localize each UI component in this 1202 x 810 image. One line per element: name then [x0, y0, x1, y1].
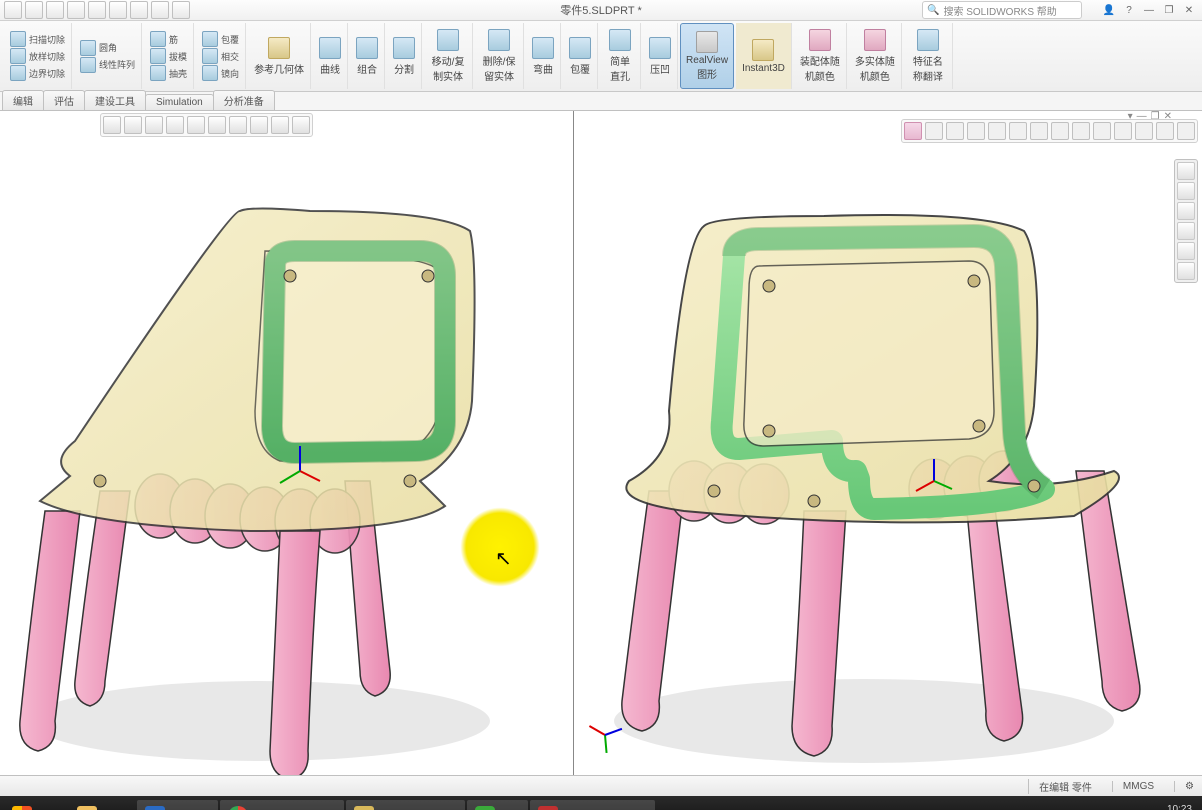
- ribbon-wrap2[interactable]: 包覆: [563, 23, 598, 89]
- task-pane: [1174, 159, 1198, 283]
- ribbon-indent[interactable]: 压凹: [643, 23, 678, 89]
- ribbon-bodycolor[interactable]: 多实体随机颜色: [849, 23, 902, 89]
- tab-tools[interactable]: 建设工具: [84, 90, 146, 110]
- ribbon-group-cut: 扫描切除 放样切除 边界切除: [4, 23, 72, 89]
- taskview-icon[interactable]: ◧: [42, 800, 67, 810]
- quick-access-toolbar: [4, 1, 190, 19]
- user-icon[interactable]: 👤: [1100, 3, 1118, 17]
- tab-evaluate[interactable]: 评估: [43, 90, 85, 110]
- ribbon-translate[interactable]: 特征名称翻译: [904, 23, 953, 89]
- view-palette-icon[interactable]: [1177, 222, 1195, 240]
- save-icon[interactable]: [46, 1, 64, 19]
- window-controls: 👤 ? — ❐ ✕: [1100, 3, 1198, 17]
- ribbon-delete[interactable]: 删除/保留实体: [475, 23, 524, 89]
- appearances-icon[interactable]: [1177, 242, 1195, 260]
- minimize-button[interactable]: —: [1140, 3, 1158, 17]
- ribbon-refgeom[interactable]: 参考几何体: [248, 23, 311, 89]
- camera-icon[interactable]: [1177, 122, 1195, 140]
- open-icon[interactable]: [25, 1, 43, 19]
- ribbon-instant3d[interactable]: Instant3D: [736, 23, 792, 89]
- taskbar-app-phone[interactable]: 我的手机: [137, 800, 218, 810]
- ribbon-group-wrap: 包覆 相交 镜向: [196, 23, 246, 89]
- taskbar-app-chrome[interactable]: ChatGPT - Goog...: [220, 800, 344, 810]
- windows-taskbar: ◧ ◯ 我的手机 ChatGPT - Goog... F:\微信公众号\1...…: [0, 796, 1202, 810]
- maximize-button[interactable]: ❐: [1160, 3, 1178, 17]
- status-extras[interactable]: ⚙: [1174, 781, 1194, 792]
- tab-analysis[interactable]: 分析准备: [213, 90, 275, 110]
- ribbon-curve[interactable]: 曲线: [313, 23, 348, 89]
- search-placeholder: 搜索 SOLIDWORKS 帮助: [943, 3, 1056, 18]
- tab-simulation[interactable]: Simulation: [145, 94, 214, 110]
- close-button[interactable]: ✕: [1180, 3, 1198, 17]
- view-triad: [584, 715, 624, 755]
- help-icon[interactable]: ?: [1120, 3, 1138, 17]
- system-clock[interactable]: 10:232024/11/22: [1143, 804, 1198, 810]
- command-tabs: 编辑 评估 建设工具 Simulation 分析准备: [0, 92, 1202, 111]
- ribbon-realview[interactable]: RealView 图形: [680, 23, 734, 89]
- design-library-icon[interactable]: [1177, 182, 1195, 200]
- start-button[interactable]: [4, 800, 40, 810]
- custom-props-icon[interactable]: [1177, 262, 1195, 280]
- viewport-left[interactable]: [0, 111, 573, 775]
- settings-icon[interactable]: [172, 1, 190, 19]
- new-icon[interactable]: [4, 1, 22, 19]
- ribbon: 扫描切除 放样切除 边界切除 圆角 线性阵列 筋 拔模 抽壳 包覆 相交 镜向 …: [0, 21, 1202, 92]
- viewport-splitter[interactable]: [573, 111, 574, 775]
- viewport-right[interactable]: [574, 111, 1174, 775]
- ribbon-combine[interactable]: 组合: [350, 23, 385, 89]
- options-icon[interactable]: [151, 1, 169, 19]
- status-units[interactable]: MMGS: [1112, 781, 1154, 792]
- explorer-icon[interactable]: [69, 800, 105, 810]
- ribbon-asmcolor[interactable]: 装配体随机颜色: [794, 23, 847, 89]
- cortana-icon[interactable]: ◯: [107, 800, 134, 810]
- status-mode: 在编辑 零件: [1028, 779, 1092, 794]
- rebuild-icon[interactable]: [130, 1, 148, 19]
- undo-icon[interactable]: [88, 1, 106, 19]
- graphics-area[interactable]: ▾ — ❐ ✕: [0, 111, 1202, 775]
- document-title: 零件5.SLDPRT *: [560, 2, 642, 18]
- tab-edit[interactable]: 编辑: [2, 90, 44, 110]
- taskbar-app-wechat[interactable]: 微信: [467, 800, 528, 810]
- ribbon-flex[interactable]: 弯曲: [526, 23, 561, 89]
- taskbar-app-solidworks[interactable]: SOLIDWORKS P...: [530, 800, 655, 810]
- resources-tab-icon[interactable]: [1177, 162, 1195, 180]
- cursor-icon: ↖: [495, 546, 512, 571]
- print-icon[interactable]: [67, 1, 85, 19]
- ribbon-movecopy[interactable]: 移动/复制实体: [424, 23, 473, 89]
- ribbon-hole[interactable]: 简单直孔: [600, 23, 641, 89]
- file-explorer-icon[interactable]: [1177, 202, 1195, 220]
- help-search[interactable]: 🔍 搜索 SOLIDWORKS 帮助: [922, 1, 1082, 19]
- select-icon[interactable]: [109, 1, 127, 19]
- status-bar: 在编辑 零件 MMGS ⚙: [0, 775, 1202, 796]
- ribbon-split[interactable]: 分割: [387, 23, 422, 89]
- ribbon-group-fillet: 圆角 线性阵列: [74, 23, 142, 89]
- ribbon-group-rib: 筋 拔模 抽壳: [144, 23, 194, 89]
- search-icon: 🔍: [927, 5, 939, 16]
- taskbar-app-folder[interactable]: F:\微信公众号\1...: [346, 800, 465, 810]
- title-bar: 零件5.SLDPRT * 🔍 搜索 SOLIDWORKS 帮助 👤 ? — ❐ …: [0, 0, 1202, 21]
